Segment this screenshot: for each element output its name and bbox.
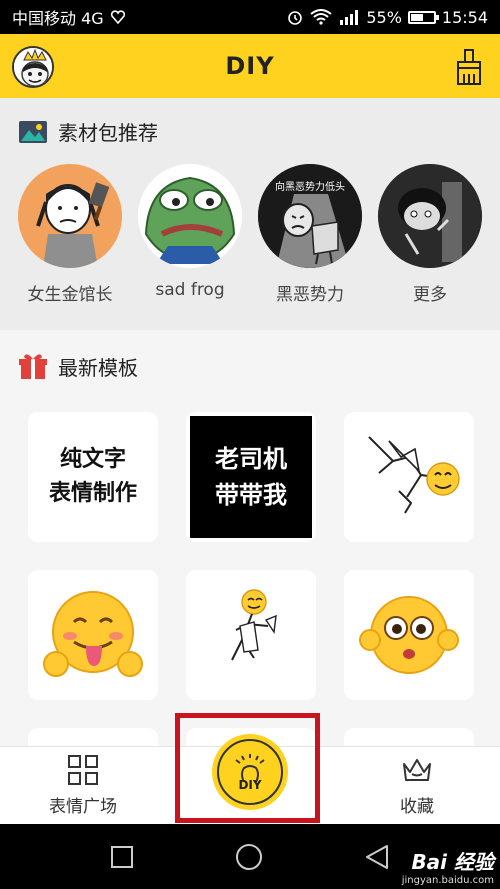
template-tile-shocked[interactable] <box>344 570 474 700</box>
alarm-icon <box>288 11 303 25</box>
template-tile-label: 老司机 带带我 <box>190 416 312 538</box>
template-tile-partial[interactable] <box>28 728 158 746</box>
signal-heart-icon <box>110 10 125 25</box>
watermark-sub: jingyan.baidu.com <box>401 875 494 886</box>
girl-cleaver-meme-icon <box>18 164 122 268</box>
template-grid: 纯文字 表情制作 老司机 带带我 <box>28 412 474 746</box>
template-tile-partial[interactable] <box>344 728 474 746</box>
tab-label: 收藏 <box>400 797 434 817</box>
circle-icon[interactable] <box>234 842 264 872</box>
cell-signal-icon <box>340 10 359 25</box>
dark-forces-meme-icon: 向黑恶势力低头 <box>258 164 362 268</box>
pack-list: 女生金馆长 sad frog 向黑恶势力低头 黑恶势力 更多 <box>0 164 500 305</box>
pack-label: 更多 <box>413 285 447 305</box>
template-section-header: 最新模板 <box>0 330 500 402</box>
pack-item-dark-forces[interactable]: 向黑恶势力低头 黑恶势力 <box>252 164 368 305</box>
avatar-icon[interactable] <box>12 46 54 88</box>
image-pack-icon <box>19 121 47 143</box>
crown-icon <box>403 759 431 781</box>
highlight-annotation <box>175 713 320 823</box>
tab-label: 表情广场 <box>49 797 117 817</box>
stickman-emoji-icon <box>231 589 277 661</box>
square-icon[interactable] <box>109 844 135 870</box>
status-bar: 中国移动 4G 55% 15:54 <box>0 0 500 34</box>
sad-frog-icon <box>138 164 242 268</box>
system-nav-bar: Bai 经验 jingyan.baidu.com <box>0 824 500 889</box>
pack-section-header: 素材包推荐 <box>0 98 500 164</box>
baidu-watermark: Bai 经验 jingyan.baidu.com <box>402 846 494 886</box>
pack-item-more[interactable]: 更多 <box>372 164 488 305</box>
pack-section-title: 素材包推荐 <box>58 120 158 145</box>
template-section: 最新模板 纯文字 表情制作 老司机 带带我 <box>0 330 500 746</box>
pack-label: sad frog <box>155 280 225 300</box>
tongue-emoji-icon <box>43 591 143 677</box>
pack-item-sad-frog[interactable]: sad frog <box>132 164 248 305</box>
shocked-emoji-icon <box>359 596 459 674</box>
template-tile-stickman-emoji[interactable] <box>186 570 316 700</box>
template-tile-driver[interactable]: 老司机 带带我 <box>186 412 316 542</box>
carrier-label: 中国移动 4G <box>12 9 104 28</box>
template-section-title: 最新模板 <box>58 355 138 380</box>
wifi-icon <box>310 9 332 25</box>
more-meme-icon <box>378 164 482 268</box>
grid-icon <box>68 755 98 785</box>
tab-emoji-square[interactable]: 表情广场 <box>0 747 166 825</box>
app-header: DIY <box>0 34 500 98</box>
template-tile-text[interactable]: 纯文字 表情制作 <box>28 412 158 542</box>
gift-icon <box>19 354 47 379</box>
stickman-kick-icon <box>368 436 460 514</box>
pack-item-girl[interactable]: 女生金馆长 <box>12 164 128 305</box>
pack-label: 女生金馆长 <box>27 285 113 305</box>
battery-percent: 55% <box>366 7 402 27</box>
pack-label: 黑恶势力 <box>276 285 344 305</box>
template-tile-label: 纯文字 表情制作 <box>48 447 137 506</box>
material-pack-section: 素材包推荐 女生金馆长 sad frog 向黑恶势力低头 黑恶势力 更多 <box>0 98 500 330</box>
page-title: DIY <box>225 52 275 80</box>
watermark-main: Bai 经验 <box>411 850 494 874</box>
template-tile-stickman-kick[interactable] <box>344 412 474 542</box>
battery-icon <box>407 10 439 24</box>
template-tile-tongue[interactable] <box>28 570 158 700</box>
back-triangle-icon[interactable] <box>363 843 391 871</box>
pack-thumb-caption: 向黑恶势力低头 <box>275 182 345 193</box>
clock: 15:54 <box>441 7 488 27</box>
tab-favorites[interactable]: 收藏 <box>334 747 500 825</box>
brush-icon[interactable] <box>452 48 486 86</box>
